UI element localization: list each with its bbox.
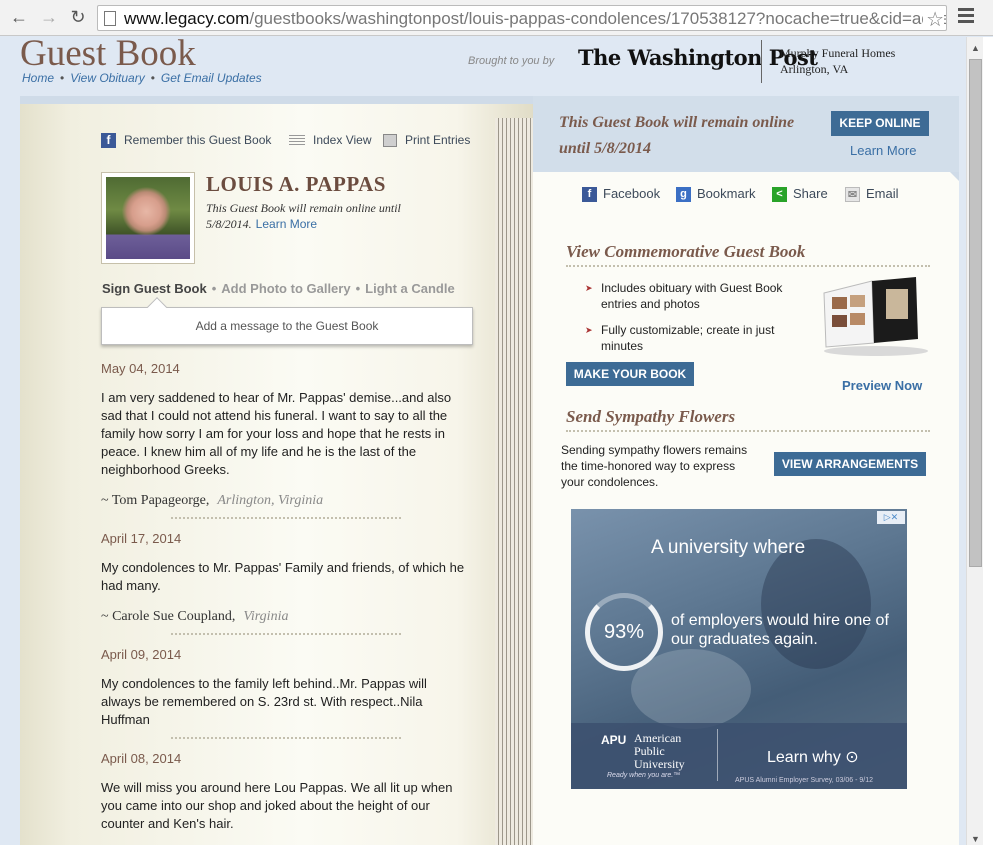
share-facebook-link[interactable]: f Facebook bbox=[582, 186, 660, 203]
url-text: www.legacy.com/guestbooks/washingtonpost… bbox=[124, 9, 947, 28]
nav-view-obituary-link[interactable]: View Obituary bbox=[70, 71, 144, 85]
share-icon: < bbox=[772, 187, 787, 203]
book-page-edges bbox=[495, 118, 535, 845]
tab-light-candle[interactable]: Light a Candle bbox=[365, 281, 455, 296]
entry-signature: ~ Tom Papageorge, Arlington, Virginia bbox=[101, 493, 324, 508]
page-icon bbox=[104, 11, 116, 26]
list-icon bbox=[289, 134, 305, 147]
obituary-photo[interactable] bbox=[101, 172, 195, 264]
entry-text: We will miss you around here Lou Pappas.… bbox=[101, 780, 453, 831]
ad-tagline: Ready when you are.™ bbox=[607, 772, 681, 779]
commemorative-book-image[interactable] bbox=[820, 277, 932, 357]
ad-headline: A university where bbox=[651, 537, 806, 558]
site-title: Guest Book bbox=[20, 33, 196, 74]
facebook-icon: f bbox=[101, 133, 116, 149]
guest-book-entry: May 04, 2014 I am very saddened to hear … bbox=[101, 361, 466, 519]
browser-toolbar: ← → ↻ www.legacy.com/guestbooks/washingt… bbox=[0, 0, 993, 36]
print-icon bbox=[383, 134, 397, 148]
address-bar[interactable]: www.legacy.com/guestbooks/washingtonpost… bbox=[97, 5, 947, 31]
entry-text: My condolences to Mr. Pappas' Family and… bbox=[101, 560, 465, 593]
entry-text: I am very saddened to hear of Mr. Pappas… bbox=[101, 390, 452, 477]
ad-footer-divider bbox=[717, 729, 718, 781]
page-scrollbar[interactable]: ▲ ▼ bbox=[966, 37, 983, 845]
guest-book-entry: April 09, 2014 My condolences to the fam… bbox=[101, 647, 466, 739]
site-nav: Home • View Obituary • Get Email Updates bbox=[22, 71, 262, 85]
reload-icon[interactable]: ↻ bbox=[67, 6, 89, 28]
guest-book-entry: April 17, 2014 My condolences to Mr. Pap… bbox=[101, 531, 466, 635]
google-bookmark-icon: g bbox=[676, 187, 691, 203]
keep-online-message: This Guest Book will remain online until… bbox=[559, 114, 795, 157]
ad-learn-why-button[interactable]: Learn why ⊙ bbox=[767, 747, 859, 767]
funeral-home-name[interactable]: Murphy Funeral Homes bbox=[780, 45, 895, 61]
commemorative-heading: View Commemorative Guest Book bbox=[566, 242, 930, 267]
entry-divider bbox=[171, 737, 401, 739]
ad-logo: APU bbox=[601, 733, 627, 747]
make-your-book-button[interactable]: MAKE YOUR BOOK bbox=[566, 362, 694, 386]
band-corner bbox=[950, 172, 959, 181]
window-edge bbox=[983, 37, 993, 845]
learn-more-link[interactable]: Learn More bbox=[256, 217, 317, 231]
entry-date: May 04, 2014 bbox=[101, 361, 180, 376]
brought-by-label: Brought to you by bbox=[468, 55, 555, 67]
ad-subtext: of employers would hire one of our gradu… bbox=[671, 612, 889, 648]
ad-choices-icon[interactable]: ▷✕ bbox=[877, 511, 905, 524]
feature-item: Includes obituary with Guest Book entrie… bbox=[585, 280, 805, 312]
portrait-image bbox=[106, 177, 190, 259]
scroll-up-arrow-icon[interactable]: ▲ bbox=[971, 43, 980, 53]
entry-date: April 08, 2014 bbox=[101, 751, 182, 766]
header-divider bbox=[761, 40, 762, 83]
view-arrangements-button[interactable]: VIEW ARRANGEMENTS bbox=[774, 452, 926, 476]
share-email-link[interactable]: ✉ Email bbox=[845, 186, 899, 203]
back-arrow-icon[interactable]: ← bbox=[8, 6, 30, 28]
tab-add-photo[interactable]: Add Photo to Gallery bbox=[221, 281, 350, 296]
entry-date: April 17, 2014 bbox=[101, 531, 182, 546]
commemorative-features: Includes obituary with Guest Book entrie… bbox=[585, 280, 805, 364]
nav-home-link[interactable]: Home bbox=[22, 71, 54, 85]
guest-book-entry: April 08, 2014 We will miss you around h… bbox=[101, 751, 466, 833]
index-view-link[interactable]: Index View bbox=[289, 133, 371, 147]
flowers-description: Sending sympathy flowers remains the tim… bbox=[561, 443, 748, 489]
deceased-name: LOUIS A. PAPPAS bbox=[206, 172, 386, 196]
guest-book-actions: Sign Guest Book • Add Photo to Gallery • Lig… bbox=[102, 281, 455, 296]
entry-text: My condolences to the family left behind… bbox=[101, 676, 427, 727]
tab-sign-guest-book[interactable]: Sign Guest Book bbox=[102, 281, 207, 296]
scroll-thumb[interactable] bbox=[969, 59, 982, 567]
share-link[interactable]: < Share bbox=[772, 186, 828, 203]
preview-now-link[interactable]: Preview Now bbox=[842, 378, 922, 393]
keep-online-button[interactable]: KEEP ONLINE bbox=[831, 111, 929, 136]
funeral-home-location: Arlington, VA bbox=[780, 62, 849, 76]
ad-survey-note: APUS Alumni Employer Survey, 03/06 - 9/1… bbox=[735, 777, 873, 784]
feature-item: Fully customizable; create in just minut… bbox=[585, 322, 805, 354]
keep-online-learn-more-link[interactable]: Learn More bbox=[850, 143, 916, 158]
entry-signature: ~ Carole Sue Coupland, Virginia bbox=[101, 609, 289, 624]
scroll-down-arrow-icon[interactable]: ▼ bbox=[971, 834, 980, 844]
print-entries-link[interactable]: Print Entries bbox=[383, 133, 470, 148]
remember-guest-book-link[interactable]: f Remember this Guest Book bbox=[101, 133, 271, 149]
nav-email-updates-link[interactable]: Get Email Updates bbox=[161, 71, 262, 85]
remain-online-note: This Guest Book will remain online until… bbox=[206, 201, 401, 231]
email-icon: ✉ bbox=[845, 187, 860, 203]
flowers-heading: Send Sympathy Flowers bbox=[566, 407, 930, 432]
ad-percent: 93% bbox=[603, 621, 645, 643]
browser-menu-icon[interactable] bbox=[958, 8, 974, 26]
forward-arrow-icon[interactable]: → bbox=[38, 6, 60, 28]
guest-book-entries: May 04, 2014 I am very saddened to hear … bbox=[101, 361, 466, 833]
ad-university-name: American Public University bbox=[634, 731, 685, 771]
entry-divider bbox=[171, 517, 401, 519]
bookmark-star-icon[interactable]: ☆ bbox=[923, 7, 944, 30]
funeral-home-info: Murphy Funeral Homes Arlington, VA bbox=[780, 45, 895, 77]
university-ad[interactable]: ▷✕ A university where 93% of employers w… bbox=[571, 509, 907, 789]
entry-date: April 09, 2014 bbox=[101, 647, 182, 662]
entry-divider bbox=[171, 633, 401, 635]
facebook-icon: f bbox=[582, 187, 597, 203]
share-bookmark-link[interactable]: g Bookmark bbox=[676, 186, 756, 203]
